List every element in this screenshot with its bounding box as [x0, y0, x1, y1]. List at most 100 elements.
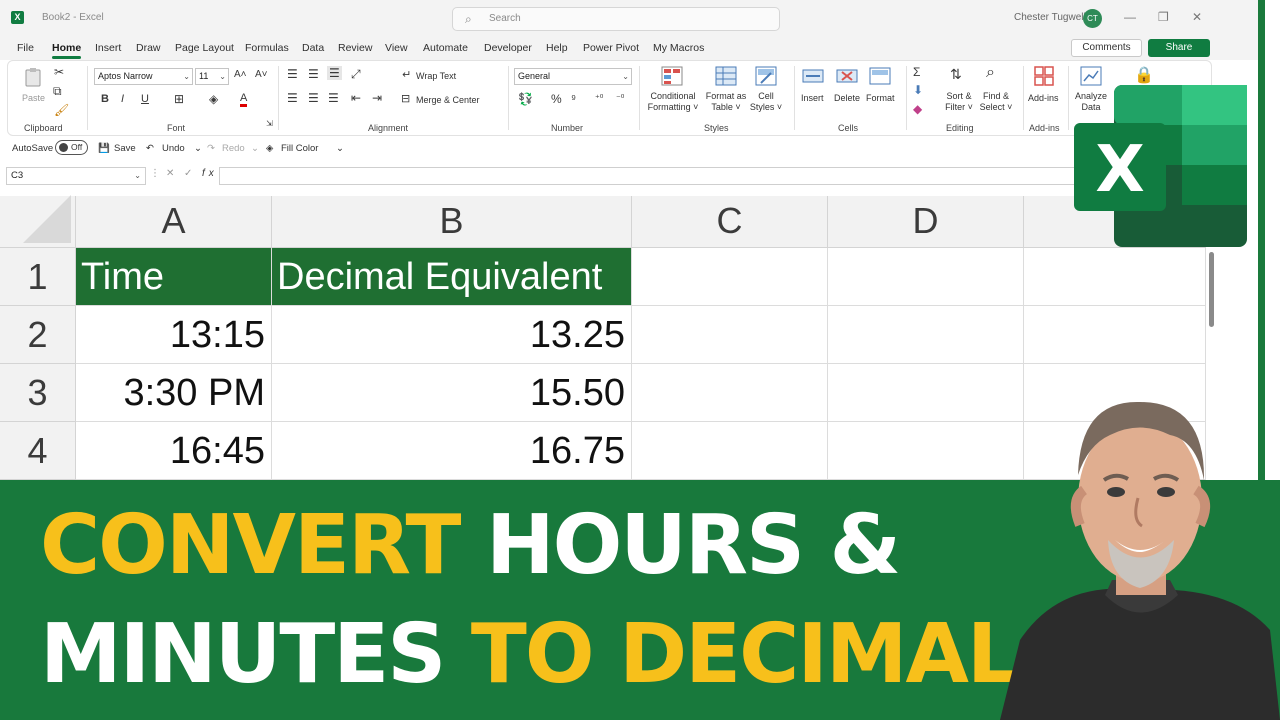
tab-my-macros[interactable]: My Macros — [653, 42, 704, 54]
cell-c1[interactable] — [632, 248, 828, 306]
tab-data[interactable]: Data — [302, 42, 324, 54]
format-as-table-button[interactable]: Format as Table ˅ — [701, 91, 751, 113]
close-icon[interactable]: ✕ — [1192, 10, 1202, 24]
row-header-4[interactable]: 4 — [0, 422, 76, 480]
conditional-formatting-button[interactable]: Conditional Formatting ˅ — [646, 91, 700, 113]
cell-d4[interactable] — [828, 422, 1024, 480]
decrease-indent-icon[interactable]: ⇤ — [351, 91, 361, 105]
tab-home[interactable]: Home — [52, 42, 82, 59]
row-header-2[interactable]: 2 — [0, 306, 76, 364]
font-size-select[interactable]: 11 ⌄ — [195, 68, 229, 85]
cell-a4[interactable]: 16:45 — [76, 422, 272, 480]
sort-filter-icon[interactable]: ⇅ — [950, 66, 962, 83]
cell-b1[interactable]: Decimal Equivalent — [272, 248, 632, 306]
customize-toolbar-icon[interactable]: ⌄ — [336, 143, 344, 154]
cell-a3[interactable]: 3:30 PM — [76, 364, 272, 422]
format-cells-icon[interactable] — [869, 66, 891, 86]
analyze-data-icon[interactable] — [1080, 66, 1102, 86]
redo-icon[interactable]: ↷ — [207, 143, 215, 154]
cell-c2[interactable] — [632, 306, 828, 364]
align-top-icon[interactable]: ☰ — [287, 67, 298, 81]
autosave-toggle[interactable]: Off — [55, 140, 88, 155]
merge-center-button[interactable]: Merge & Center — [416, 95, 480, 105]
increase-decimal-icon[interactable]: ⁺⁰ — [595, 93, 603, 104]
italic-icon[interactable]: I — [121, 93, 124, 105]
underline-icon[interactable]: U — [141, 93, 149, 105]
cell-c3[interactable] — [632, 364, 828, 422]
number-format-select[interactable]: General ⌄ — [514, 68, 632, 85]
column-header-c[interactable]: C — [632, 196, 828, 248]
delete-cells-button[interactable]: Delete — [834, 93, 860, 103]
chevron-down-icon[interactable]: ⌄ — [251, 143, 259, 154]
column-header-a[interactable]: A — [76, 196, 272, 248]
tab-automate[interactable]: Automate — [423, 42, 468, 54]
fill-color-icon[interactable]: ◈ — [209, 92, 218, 106]
add-ins-button[interactable]: Add-ins — [1028, 93, 1059, 103]
align-center-icon[interactable]: ☰ — [308, 91, 319, 105]
select-all-corner[interactable] — [0, 195, 76, 248]
name-box[interactable]: C3 ⌄ — [6, 167, 146, 185]
insert-cells-button[interactable]: Insert — [801, 93, 824, 103]
cell-b3[interactable]: 15.50 — [272, 364, 632, 422]
save-button[interactable]: Save — [114, 143, 136, 154]
tab-formulas[interactable]: Formulas — [245, 42, 289, 54]
row-header-3[interactable]: 3 — [0, 364, 76, 422]
copy-icon[interactable]: ⧉ — [53, 84, 62, 99]
cell-d1[interactable] — [828, 248, 1024, 306]
tab-help[interactable]: Help — [546, 42, 568, 54]
maximize-icon[interactable]: ❐ — [1158, 10, 1169, 24]
conditional-formatting-icon[interactable] — [661, 66, 683, 86]
cell-styles-button[interactable]: Cell Styles ˅ — [746, 91, 786, 113]
autosum-icon[interactable]: Σ — [913, 65, 920, 79]
cut-icon[interactable]: ✂ — [54, 65, 64, 79]
comments-button[interactable]: Comments — [1071, 39, 1142, 57]
find-icon[interactable]: ⌕ — [986, 64, 995, 82]
fill-color-button[interactable]: Fill Color — [281, 143, 318, 154]
redo-button[interactable]: Redo — [222, 143, 245, 154]
formula-cancel-icon[interactable]: ✕ — [166, 168, 178, 179]
undo-icon[interactable]: ↶ — [146, 143, 154, 154]
decrease-decimal-icon[interactable]: ⁻⁰ — [616, 93, 624, 104]
tab-view[interactable]: View — [385, 42, 408, 54]
user-name[interactable]: Chester Tugwell — [1014, 12, 1086, 23]
formula-input[interactable] — [219, 167, 1209, 185]
format-painter-icon[interactable]: 🖌 — [54, 103, 69, 117]
dialog-launcher-icon[interactable]: ⇲ — [266, 119, 273, 128]
fill-color-icon[interactable]: ◈ — [266, 143, 273, 154]
percent-icon[interactable]: % — [551, 92, 562, 106]
paste-label[interactable]: Paste — [22, 93, 45, 103]
cell-b2[interactable]: 13.25 — [272, 306, 632, 364]
paste-icon[interactable] — [23, 67, 45, 87]
row-header-1[interactable]: 1 — [0, 248, 76, 306]
share-button[interactable]: Share — [1148, 39, 1210, 57]
cell-d2[interactable] — [828, 306, 1024, 364]
sort-filter-button[interactable]: Sort & Filter ˅ — [940, 91, 978, 113]
tab-review[interactable]: Review — [338, 42, 372, 54]
wrap-text-icon[interactable]: ↵ — [402, 68, 411, 81]
tab-page-layout[interactable]: Page Layout — [175, 42, 234, 54]
align-bottom-icon[interactable]: ☰ — [327, 66, 342, 80]
increase-indent-icon[interactable]: ⇥ — [372, 91, 382, 105]
cell-a1[interactable]: Time — [76, 248, 272, 306]
bold-icon[interactable]: B — [101, 93, 109, 105]
cell-b4[interactable]: 16.75 — [272, 422, 632, 480]
tab-draw[interactable]: Draw — [136, 42, 161, 54]
accounting-format-icon[interactable]: 💱 — [518, 92, 533, 106]
fill-icon[interactable]: ⬇ — [913, 83, 923, 97]
align-left-icon[interactable]: ☰ — [287, 91, 298, 105]
search-box[interactable]: ⌕ Search — [452, 7, 780, 31]
comma-style-icon[interactable]: ⁹ — [571, 92, 576, 106]
avatar[interactable]: CT — [1083, 9, 1102, 28]
cell-d3[interactable] — [828, 364, 1024, 422]
tab-power-pivot[interactable]: Power Pivot — [583, 42, 639, 54]
borders-icon[interactable]: ⊞ — [174, 92, 184, 106]
lock-icon[interactable]: 🔒 — [1134, 65, 1154, 85]
tab-developer[interactable]: Developer — [484, 42, 532, 54]
font-name-select[interactable]: Aptos Narrow ⌄ — [94, 68, 193, 85]
chevron-down-icon[interactable]: ⌄ — [194, 143, 202, 154]
undo-button[interactable]: Undo — [162, 143, 185, 154]
format-as-table-icon[interactable] — [715, 66, 737, 86]
save-icon[interactable]: 💾 — [98, 143, 110, 154]
cell-styles-icon[interactable] — [755, 66, 777, 86]
cell-a2[interactable]: 13:15 — [76, 306, 272, 364]
